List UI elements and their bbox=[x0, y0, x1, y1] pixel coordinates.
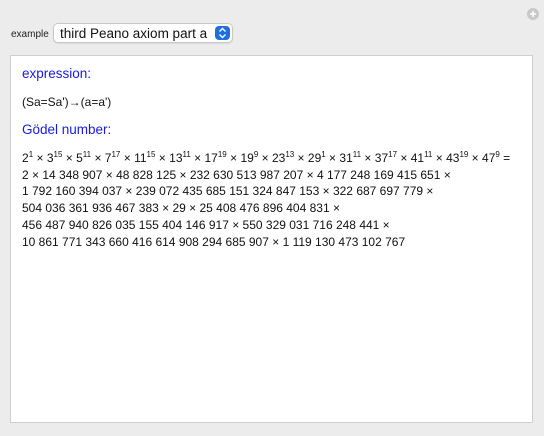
expression-heading: expression: bbox=[22, 66, 92, 81]
prime-power-term: 1115 bbox=[134, 150, 156, 166]
example-label: example bbox=[11, 29, 49, 40]
prime-exponent: 1 bbox=[28, 150, 34, 159]
product-line: 10 861 771 343 660 416 614 908 294 685 9… bbox=[22, 234, 406, 249]
app-window: example third Peano axiom part a express… bbox=[0, 0, 544, 436]
prime-exponent: 11 bbox=[182, 150, 191, 159]
plus-icon[interactable] bbox=[527, 8, 539, 20]
prime-base: 17 bbox=[204, 151, 218, 165]
prime-base: 11 bbox=[134, 151, 147, 165]
prime-factorization-line: 21 × 315 × 511 × 717 × 1115 × 1311 × 171… bbox=[22, 150, 511, 166]
prime-base: 13 bbox=[169, 151, 183, 165]
prime-base: 19 bbox=[240, 151, 254, 165]
prime-exponent: 11 bbox=[424, 150, 433, 159]
prime-base: 5 bbox=[76, 151, 83, 165]
product-lines: 2 × 14 348 907 × 48 828 125 × 232 630 51… bbox=[22, 167, 527, 251]
example-selector[interactable]: third Peano axiom part a bbox=[53, 23, 233, 43]
prime-base: 2 bbox=[22, 151, 29, 165]
prime-exponent: 11 bbox=[352, 150, 362, 159]
prime-exponent: 13 bbox=[285, 150, 295, 159]
prime-power-term: 2313 bbox=[271, 150, 295, 166]
prime-power-term: 4319 bbox=[446, 150, 469, 166]
prime-power-term: 511 bbox=[76, 150, 92, 166]
expression-value: (Sa=Sa')→(a=a') bbox=[22, 95, 112, 109]
prime-exponent: 15 bbox=[53, 150, 63, 159]
prime-power-term: 291 bbox=[307, 150, 326, 166]
prime-exponent: 9 bbox=[253, 150, 259, 159]
prime-base: 43 bbox=[446, 151, 460, 165]
example-selector-value: third Peano axiom part a bbox=[60, 26, 208, 41]
prime-base: 3 bbox=[46, 151, 54, 165]
prime-exponent: 19 bbox=[217, 150, 227, 159]
prime-power-term: 1719 bbox=[204, 150, 227, 166]
prime-base: 23 bbox=[271, 151, 286, 165]
prime-power-term: 21 bbox=[22, 150, 34, 166]
prime-base: 37 bbox=[374, 151, 389, 165]
prime-base: 31 bbox=[339, 151, 353, 165]
prime-power-term: 1311 bbox=[169, 150, 191, 166]
prime-power-term: 479 bbox=[482, 150, 500, 166]
prime-power-term: 3717 bbox=[374, 150, 398, 166]
prime-base: 41 bbox=[410, 151, 425, 165]
prime-exponent: 19 bbox=[459, 150, 469, 159]
controls-bar: example third Peano axiom part a bbox=[0, 0, 544, 46]
output-panel: expression: (Sa=Sa')→(a=a') Gödel number… bbox=[10, 55, 533, 423]
prime-exponent: 9 bbox=[495, 150, 500, 159]
prime-exponent: 1 bbox=[321, 150, 326, 159]
product-line: 456 487 940 826 035 155 404 146 917 × 55… bbox=[22, 217, 390, 232]
prime-base: 29 bbox=[307, 151, 322, 165]
product-line: 504 036 361 936 467 383 × 29 × 25 408 47… bbox=[22, 201, 340, 216]
prime-exponent: 17 bbox=[388, 150, 398, 159]
prime-exponent: 15 bbox=[146, 150, 156, 159]
prime-exponent: 11 bbox=[82, 150, 92, 159]
godel-number-value: 21 × 315 × 511 × 717 × 1115 × 1311 × 171… bbox=[22, 150, 527, 250]
prime-power-term: 4111 bbox=[410, 150, 433, 166]
prime-exponent: 17 bbox=[111, 150, 121, 159]
prime-power-term: 315 bbox=[46, 150, 63, 166]
prime-power-term: 717 bbox=[105, 150, 121, 166]
up-down-chevron-icon[interactable] bbox=[215, 26, 230, 40]
prime-power-term: 3111 bbox=[339, 150, 362, 166]
prime-base: 47 bbox=[482, 151, 496, 165]
prime-power-term: 199 bbox=[240, 150, 259, 166]
godel-number-heading: Gödel number: bbox=[22, 122, 112, 137]
product-line: 2 × 14 348 907 × 48 828 125 × 232 630 51… bbox=[22, 167, 451, 182]
product-line: 1 792 160 394 037 × 239 072 435 685 151 … bbox=[22, 184, 434, 199]
